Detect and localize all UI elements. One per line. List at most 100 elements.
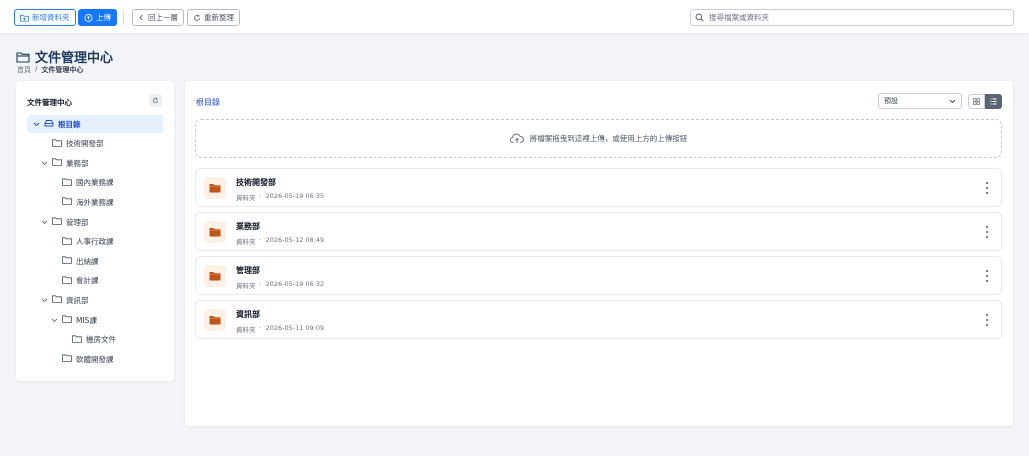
drive-icon — [44, 119, 54, 129]
chevron-down-icon[interactable] — [40, 220, 48, 225]
upload-dropzone[interactable]: 將檔案拖曳到這裡上傳，或使用上方的上傳按鈕 — [195, 119, 1002, 158]
tree-item-label: 會計課 — [76, 276, 99, 286]
file-meta: 資料夾 · 2026-05-19 06:35 — [236, 192, 324, 202]
more-options-icon[interactable] — [983, 314, 991, 326]
new-folder-label: 新增資料夾 — [32, 13, 70, 22]
folder-open-icon — [16, 51, 30, 63]
tree-item-label: 機房文件 — [86, 335, 116, 345]
file-name: 業務部 — [236, 222, 260, 231]
sort-select-value: 預設 — [884, 97, 898, 105]
folder-icon — [204, 265, 226, 287]
folder-icon — [62, 197, 72, 207]
tree-item-label: 管理部 — [66, 217, 89, 227]
folder-icon — [72, 334, 82, 345]
chevron-down-icon[interactable] — [40, 161, 48, 166]
breadcrumb: 首頁 / 文件管理中心 — [17, 65, 83, 75]
file-meta: 資料夾 · 2026-05-19 06:32 — [236, 280, 324, 290]
tree-item[interactable]: 根目錄 — [27, 115, 163, 133]
go-up-button[interactable]: 回上一層 — [132, 9, 184, 26]
file-name: 技術開發部 — [236, 178, 276, 187]
sort-select[interactable]: 預設 — [878, 93, 962, 109]
meta-separator: · — [259, 236, 262, 244]
tree-item[interactable]: 業務部 — [40, 154, 89, 172]
tree-item-label: 根目錄 — [58, 119, 81, 129]
toolbar-divider — [123, 10, 124, 25]
upload-cloud-icon — [84, 13, 93, 22]
tree-item[interactable]: 國內業務課 — [50, 174, 114, 192]
tree-item-label: 資訊部 — [66, 295, 89, 305]
file-type: 資料夾 — [236, 238, 256, 246]
chevron-left-icon — [139, 14, 143, 21]
tree-item[interactable]: 資訊部 — [40, 291, 89, 309]
tree-item[interactable]: 會計課 — [50, 272, 99, 290]
file-name: 資訊部 — [236, 310, 260, 319]
tree-item[interactable]: 人事行政課 — [50, 233, 114, 251]
refresh-icon — [152, 97, 159, 104]
meta-separator: · — [259, 324, 262, 332]
file-date: 2026-05-19 06:35 — [265, 192, 325, 200]
folder-icon — [204, 221, 226, 243]
refresh-icon — [194, 14, 200, 21]
list-view-button[interactable] — [985, 94, 1002, 109]
folder-icon — [62, 256, 72, 266]
toolbar: 新增資料夾 上傳 回上一層 重新整理 — [0, 0, 1029, 34]
tree-item[interactable]: 軟體開發課 — [50, 350, 114, 368]
folder-icon — [62, 315, 72, 325]
tree-item[interactable]: 管理部 — [40, 213, 89, 231]
list-icon — [990, 98, 997, 105]
page-title-text: 文件管理中心 — [35, 51, 114, 66]
tree-item-label: 人事行政課 — [76, 237, 114, 247]
search-box — [690, 9, 1014, 26]
tree-item[interactable]: 技術開發部 — [40, 135, 104, 153]
file-meta: 資料夾 · 2026-05-11 09:09 — [236, 324, 324, 334]
meta-separator: · — [259, 280, 262, 288]
file-date: 2026-05-11 09:09 — [265, 324, 325, 332]
page-title: 文件管理中心 — [16, 47, 113, 66]
file-row[interactable]: 資訊部資料夾 · 2026-05-11 09:09 — [195, 300, 1002, 339]
tree-item[interactable]: 出納課 — [50, 252, 99, 270]
file-browser: 根目錄 預設 將檔案拖曳到這裡上傳，或使用上方的上傳按鈕 技術開發部 資料夾 · 20… — [185, 81, 1013, 426]
folder-icon — [52, 295, 62, 305]
cloud-upload-icon — [509, 133, 524, 143]
more-options-icon[interactable] — [983, 270, 991, 282]
tree-item[interactable]: 機房文件 — [60, 331, 116, 349]
tree-item-label: 出納課 — [76, 256, 99, 266]
chevron-down-icon — [949, 99, 956, 103]
meta-separator: · — [259, 192, 262, 200]
more-options-icon[interactable] — [983, 226, 991, 238]
tree-item-label: 業務部 — [66, 158, 89, 168]
breadcrumb-current: 文件管理中心 — [41, 66, 84, 74]
file-row[interactable]: 管理部資料夾 · 2026-05-19 06:32 — [195, 256, 1002, 295]
chevron-down-icon[interactable] — [40, 298, 48, 303]
tree-item-label: 技術開發部 — [66, 139, 104, 149]
sidebar: 文件管理中心 根目錄技術開發部業務部國內業務課海外業務課管理部人事行政課出納課會… — [16, 81, 174, 381]
refresh-button[interactable]: 重新整理 — [187, 9, 240, 26]
tree-item-label: 國內業務課 — [76, 178, 114, 188]
chevron-down-icon[interactable] — [32, 122, 40, 127]
grid-view-button[interactable] — [968, 94, 985, 109]
file-name: 管理部 — [236, 266, 260, 275]
folder-icon — [62, 354, 72, 364]
breadcrumb-home[interactable]: 首頁 — [17, 65, 31, 75]
folder-icon — [52, 217, 62, 227]
new-folder-button[interactable]: 新增資料夾 — [14, 9, 76, 26]
file-row[interactable]: 技術開發部資料夾 · 2026-05-19 06:35 — [195, 168, 1002, 207]
chevron-down-icon[interactable] — [50, 318, 58, 323]
upload-button[interactable]: 上傳 — [78, 9, 117, 26]
folder-plus-icon — [20, 14, 29, 22]
search-input[interactable] — [709, 13, 999, 22]
more-options-icon[interactable] — [983, 182, 991, 194]
refresh-label: 重新整理 — [204, 13, 234, 22]
folder-icon — [52, 138, 62, 149]
file-row[interactable]: 業務部資料夾 · 2026-05-12 08:49 — [195, 212, 1002, 251]
tree-item-label: 軟體開發課 — [76, 354, 114, 364]
tree-refresh-button[interactable] — [149, 94, 162, 107]
file-date: 2026-05-19 06:32 — [265, 280, 325, 288]
tree-item[interactable]: MIS課 — [50, 311, 97, 329]
file-meta: 資料夾 · 2026-05-12 08:49 — [236, 236, 324, 246]
tree-item[interactable]: 海外業務課 — [50, 193, 114, 211]
sidebar-title: 文件管理中心 — [27, 98, 72, 107]
file-date: 2026-05-12 08:49 — [265, 236, 325, 244]
upload-label: 上傳 — [96, 13, 111, 22]
folder-icon — [62, 178, 72, 188]
